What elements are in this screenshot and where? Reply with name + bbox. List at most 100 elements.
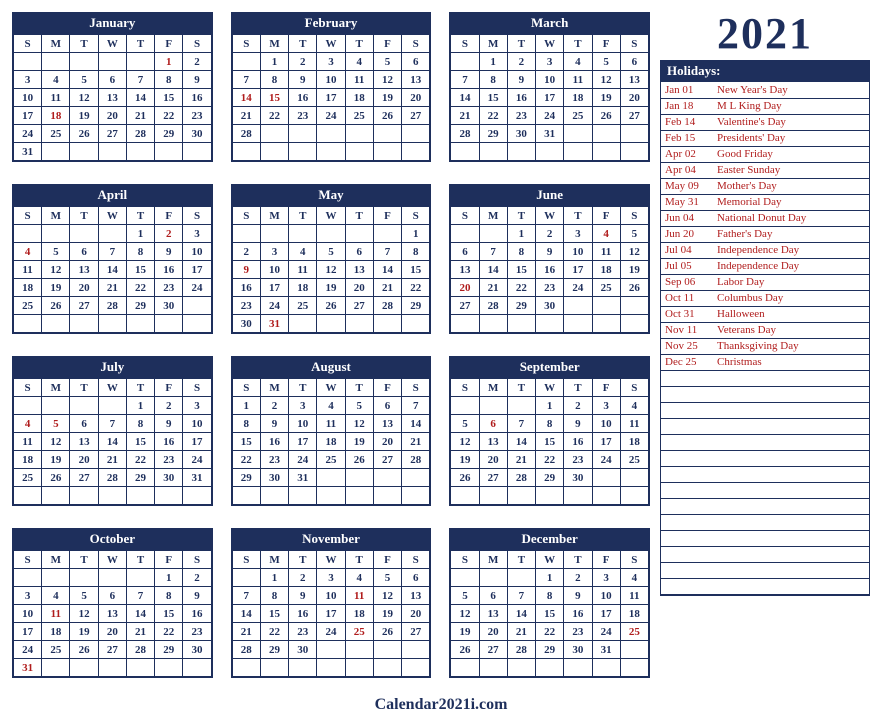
day-cell: 17 — [14, 623, 42, 641]
day-cell: 28 — [126, 125, 154, 143]
day-header: M — [260, 207, 288, 225]
day-cell: 21 — [507, 623, 535, 641]
day-cell: 26 — [620, 279, 648, 297]
holiday-row: May 31Memorial Day — [661, 194, 869, 210]
holiday-name: Independence Day — [713, 258, 869, 274]
day-cell — [479, 659, 507, 677]
day-header: T — [564, 379, 592, 397]
day-header: W — [317, 35, 345, 53]
day-header: S — [14, 35, 42, 53]
day-cell: 2 — [183, 569, 211, 587]
day-cell: 8 — [126, 415, 154, 433]
day-header: M — [42, 551, 70, 569]
day-cell: 23 — [564, 623, 592, 641]
holiday-date: Sep 06 — [661, 274, 713, 290]
day-cell — [14, 397, 42, 415]
day-cell — [14, 53, 42, 71]
holiday-name — [713, 530, 869, 546]
day-cell: 14 — [232, 89, 260, 107]
day-cell — [126, 659, 154, 677]
day-cell: 27 — [373, 451, 401, 469]
day-cell — [42, 659, 70, 677]
day-cell: 24 — [183, 279, 211, 297]
holiday-date — [661, 562, 713, 578]
day-cell — [402, 641, 430, 659]
day-cell: 18 — [42, 107, 70, 125]
day-cell: 5 — [373, 53, 401, 71]
day-cell: 5 — [373, 569, 401, 587]
day-cell: 19 — [345, 433, 373, 451]
day-header: S — [183, 551, 211, 569]
day-header: W — [98, 35, 126, 53]
holiday-row: Apr 02Good Friday — [661, 146, 869, 162]
month-table: SMTWTFS 12345678910111213141516171819202… — [450, 34, 649, 161]
day-cell: 25 — [620, 451, 648, 469]
day-cell — [260, 125, 288, 143]
day-cell: 14 — [98, 261, 126, 279]
day-cell: 11 — [14, 261, 42, 279]
holiday-row: Jul 04Independence Day — [661, 242, 869, 258]
day-cell — [451, 487, 479, 505]
month-table: SMTWTFS 12345678910111213141516171819202… — [13, 206, 212, 333]
day-cell — [317, 487, 345, 505]
day-cell: 12 — [42, 433, 70, 451]
day-cell — [564, 487, 592, 505]
month-april: AprilSMTWTFS 123456789101112131415161718… — [12, 184, 213, 334]
day-cell: 4 — [345, 53, 373, 71]
month-header: October — [13, 529, 212, 550]
holiday-name — [713, 386, 869, 402]
day-cell — [260, 487, 288, 505]
day-cell: 26 — [373, 107, 401, 125]
day-cell: 27 — [98, 641, 126, 659]
sidebar: 2021 Holidays: Jan 01New Year's DayJan 1… — [660, 12, 870, 596]
day-cell: 31 — [183, 469, 211, 487]
day-cell — [232, 143, 260, 161]
day-cell: 4 — [620, 397, 648, 415]
holiday-name: New Year's Day — [713, 82, 869, 98]
month-header: January — [13, 13, 212, 34]
holiday-name: Labor Day — [713, 274, 869, 290]
day-cell: 23 — [564, 451, 592, 469]
day-header: W — [536, 379, 564, 397]
holiday-row-empty — [661, 386, 869, 402]
day-cell: 16 — [155, 261, 183, 279]
day-cell: 30 — [183, 641, 211, 659]
day-cell — [98, 225, 126, 243]
day-cell: 19 — [592, 89, 620, 107]
day-header: T — [289, 551, 317, 569]
day-cell: 8 — [155, 71, 183, 89]
day-header: M — [42, 35, 70, 53]
day-header: S — [183, 207, 211, 225]
day-header: W — [317, 379, 345, 397]
holiday-row: Jun 20Father's Day — [661, 226, 869, 242]
holiday-name: Mother's Day — [713, 178, 869, 194]
day-cell — [479, 143, 507, 161]
day-cell: 8 — [260, 587, 288, 605]
month-table: SMTWTFS 12345678910111213141516171819202… — [450, 206, 649, 333]
day-header: W — [317, 551, 345, 569]
day-cell: 21 — [98, 451, 126, 469]
month-may: MaySMTWTFS 12345678910111213141516171819… — [231, 184, 432, 334]
day-header: S — [14, 379, 42, 397]
day-cell: 14 — [373, 261, 401, 279]
day-cell: 13 — [479, 433, 507, 451]
holiday-row-empty — [661, 562, 869, 578]
day-cell: 11 — [14, 433, 42, 451]
day-cell — [183, 143, 211, 161]
day-cell — [317, 659, 345, 677]
day-header: F — [592, 551, 620, 569]
day-cell: 3 — [289, 397, 317, 415]
holiday-name — [713, 402, 869, 418]
holiday-name: National Donut Day — [713, 210, 869, 226]
day-cell — [564, 143, 592, 161]
day-cell: 20 — [402, 605, 430, 623]
month-november: NovemberSMTWTFS 123456789101112131415161… — [231, 528, 432, 678]
holiday-name — [713, 514, 869, 530]
day-cell: 24 — [317, 623, 345, 641]
holiday-row: Sep 06Labor Day — [661, 274, 869, 290]
month-august: AugustSMTWTFS123456789101112131415161718… — [231, 356, 432, 506]
holiday-date: Jan 01 — [661, 82, 713, 98]
day-header: W — [536, 35, 564, 53]
day-cell: 4 — [317, 397, 345, 415]
day-cell — [317, 315, 345, 333]
